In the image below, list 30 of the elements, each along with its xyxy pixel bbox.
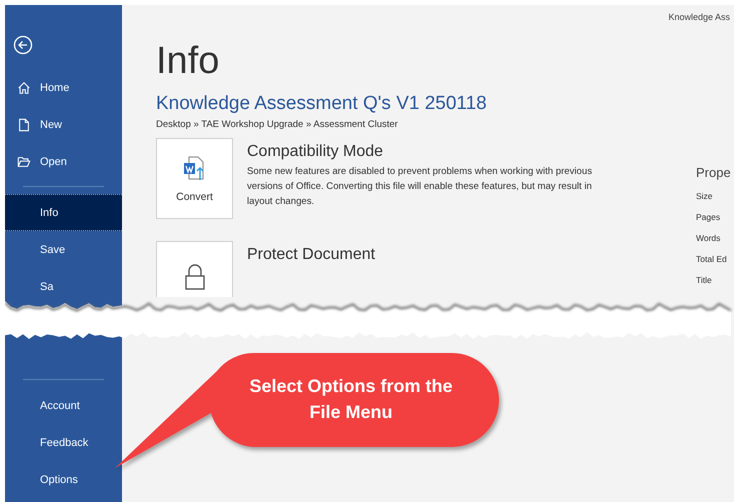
lock-icon: [182, 262, 206, 290]
menu-item[interactable]: New: [5, 106, 122, 143]
menu-item[interactable]: Account: [5, 387, 122, 424]
properties-heading: Prope: [696, 165, 732, 182]
section-heading: Compatibility Mode: [247, 142, 384, 162]
menu-item[interactable]: Save: [5, 231, 122, 268]
property-label: Size: [696, 191, 714, 203]
menu-item[interactable]: Sa: [5, 268, 122, 297]
breadcrumb: Desktop » TAE Workshop Upgrade » Assessment Cluster: [156, 119, 399, 130]
menu-item[interactable]: Info: [5, 194, 122, 231]
document-name: Knowledge Assessment Q's V1 250118: [156, 93, 488, 115]
button-label: Convert: [176, 191, 213, 203]
page-title: Info: [156, 41, 220, 81]
window-title: Knowledge Ass: [668, 12, 730, 22]
menu-item[interactable]: Options: [5, 461, 122, 498]
back-icon[interactable]: [13, 35, 33, 55]
property-label: Total Ed: [696, 254, 728, 266]
property-label: Title: [696, 275, 713, 287]
callout-text: Select Options from the File Menu: [248, 375, 454, 424]
menu-item[interactable]: Home: [5, 69, 122, 106]
home-icon: [16, 80, 30, 94]
menu-item[interactable]: Feedback: [5, 424, 122, 461]
section-description: Some new features are disabled to prevent problems when working with previous versions of Office. Converting this file will enable these features, but may result in layout changes.: [247, 165, 594, 209]
document-icon: [16, 118, 30, 132]
folder-icon: [16, 154, 30, 168]
property-label: Pages: [696, 212, 722, 224]
property-label: Words: [696, 233, 722, 245]
menu-item[interactable]: Open: [5, 143, 122, 180]
section-heading: Protect Document: [247, 245, 376, 265]
convert-button[interactable]: Convert: [156, 138, 233, 219]
